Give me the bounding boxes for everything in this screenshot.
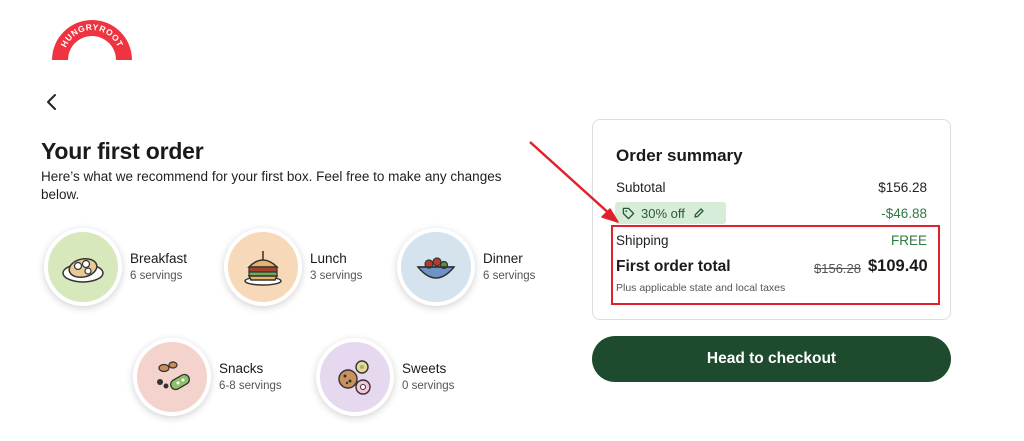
hungryroot-logo: HUNGRYROOT (52, 20, 132, 60)
breakfast-circle (44, 228, 122, 306)
promo-label: 30% off (641, 205, 685, 221)
category-name: Sweets (402, 361, 447, 376)
category-servings: 3 servings (310, 270, 363, 282)
category-servings: 6 servings (483, 270, 536, 282)
category-name: Dinner (483, 251, 523, 266)
subtotal-value: $156.28 (878, 180, 927, 195)
bowl-icon (416, 257, 456, 279)
discount-value: -$46.88 (881, 206, 927, 221)
category-lunch[interactable]: Lunch 3 servings (224, 228, 362, 306)
category-dinner[interactable]: Dinner 6 servings (397, 228, 535, 306)
category-servings: 0 servings (402, 380, 455, 392)
order-summary-title: Order summary (616, 146, 743, 165)
snacks-icon (157, 361, 190, 391)
sweets-circle (316, 338, 394, 416)
category-servings: 6-8 servings (219, 380, 282, 392)
category-name: Breakfast (130, 251, 188, 266)
page-title: Your first order (41, 138, 204, 164)
snacks-circle (133, 338, 211, 416)
promo-badge[interactable]: 30% off (615, 202, 726, 224)
annotation-arrow (529, 141, 619, 223)
category-name: Lunch (310, 251, 347, 266)
category-snacks[interactable]: Snacks 6-8 servings (133, 338, 282, 416)
highlight-box (611, 225, 940, 305)
chevron-left-icon[interactable] (40, 90, 64, 114)
edit-pencil-icon[interactable] (693, 207, 705, 219)
lunch-circle (224, 228, 302, 306)
cookie-icon (338, 360, 371, 395)
dinner-circle (397, 228, 475, 306)
head-to-checkout-button[interactable]: Head to checkout (592, 336, 951, 382)
category-breakfast[interactable]: Breakfast 6 servings (44, 228, 187, 306)
page-subtitle: Here’s what we recommend for your first … (41, 169, 502, 202)
breakfast-food-icon (62, 257, 104, 283)
category-name: Snacks (219, 361, 264, 376)
category-servings: 6 servings (130, 270, 183, 282)
category-sweets[interactable]: Sweets 0 servings (316, 338, 454, 416)
sandwich-icon (244, 251, 282, 286)
